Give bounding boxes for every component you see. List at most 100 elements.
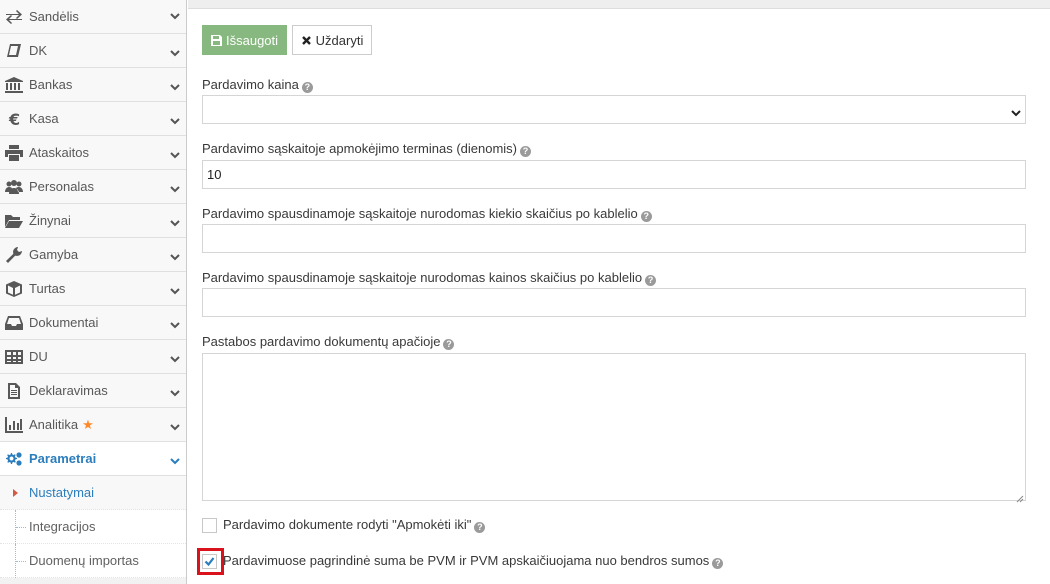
- resize-grip-icon[interactable]: [1016, 491, 1024, 503]
- book-icon: [4, 43, 24, 59]
- sidebar-item-kasa[interactable]: € Kasa: [0, 102, 186, 136]
- vat-calc-label-text: Pardavimuose pagrindinė suma be PVM ir P…: [223, 553, 710, 568]
- sidebar-item-du[interactable]: DU: [0, 340, 186, 374]
- question-circle-icon[interactable]: ?: [640, 211, 652, 222]
- price-select[interactable]: [202, 95, 1026, 124]
- vat-calc-checkbox[interactable]: [197, 547, 224, 575]
- euro-icon: €: [4, 111, 24, 127]
- print-icon: [4, 144, 24, 161]
- cube-icon: [4, 280, 24, 297]
- question-circle-icon[interactable]: ?: [301, 82, 313, 93]
- sidebar-item-label: Gamyba: [29, 247, 79, 262]
- caret-right-icon: [13, 489, 18, 497]
- sidebar-item-deklaravimas[interactable]: Deklaravimas: [0, 374, 186, 408]
- price-label: Pardavimo kaina?: [202, 77, 313, 93]
- chevron-down-icon: [170, 80, 180, 91]
- chevron-down-icon: [170, 352, 180, 363]
- sidebar-item-gamyba[interactable]: Gamyba: [0, 238, 186, 272]
- tree-dash: [16, 527, 26, 528]
- sidebar-item-label: DU: [29, 349, 48, 364]
- price-decimals-input[interactable]: [202, 288, 1026, 317]
- payment-term-input[interactable]: 10: [202, 160, 1026, 189]
- chevron-down-icon: [170, 420, 180, 431]
- chevron-down-icon: [170, 386, 180, 397]
- sidebar-item-zinynai[interactable]: Žinynai: [0, 204, 186, 238]
- sidebar: Sandėlis DK Bankas € Kasa Ataskaitos Per…: [0, 0, 187, 584]
- folder-open-icon: [4, 213, 24, 229]
- sidebar-item-dokumentai[interactable]: Dokumentai: [0, 306, 186, 340]
- sidebar-item-label: Parametrai: [29, 451, 97, 466]
- sidebar-subitem-label: Duomenų importas: [29, 553, 139, 568]
- payment-term-label: Pardavimo sąskaitoje apmokėjimo terminas…: [202, 141, 532, 157]
- qty-decimals-label-text: Pardavimo spausdinamoje sąskaitoje nurod…: [202, 206, 638, 221]
- exchange-icon: [4, 9, 24, 25]
- tree-dash: [16, 561, 26, 562]
- payment-term-label-text: Pardavimo sąskaitoje apmokėjimo terminas…: [202, 141, 518, 156]
- show-paid-until-label-text: Pardavimo dokumente rodyti "Apmokėti iki…: [223, 517, 472, 532]
- bank-icon: [4, 76, 24, 93]
- notes-textarea[interactable]: [202, 353, 1026, 503]
- chevron-down-icon: [170, 250, 180, 261]
- sidebar-item-label: Turtas: [29, 281, 66, 296]
- sidebar-item-sandelis[interactable]: Sandėlis: [0, 0, 186, 34]
- sidebar-item-ataskaitos[interactable]: Ataskaitos: [0, 136, 186, 170]
- payment-term-value: 10: [207, 167, 222, 182]
- toolbar: Išsaugoti Uždaryti: [202, 25, 373, 55]
- chevron-down-icon: [170, 9, 180, 20]
- chevron-down-icon: [170, 114, 180, 125]
- notes-label: Pastabos pardavimo dokumentų apačioje?: [202, 334, 455, 350]
- show-paid-until-row: Pardavimo dokumente rodyti "Apmokėti iki…: [202, 517, 486, 533]
- notes-label-text: Pastabos pardavimo dokumentų apačioje: [202, 334, 441, 349]
- show-paid-until-label: Pardavimo dokumente rodyti "Apmokėti iki…: [223, 517, 486, 533]
- question-circle-icon[interactable]: ?: [520, 146, 532, 157]
- sidebar-item-label: Dokumentai: [29, 315, 99, 330]
- sidebar-item-label: DK: [29, 43, 48, 58]
- table-icon: [4, 349, 24, 365]
- vat-calc-label: Pardavimuose pagrindinė suma be PVM ir P…: [223, 553, 724, 569]
- star-icon: ★: [82, 416, 94, 432]
- sidebar-subitem-integracijos[interactable]: Integracijos: [0, 510, 186, 544]
- users-icon: [4, 179, 24, 195]
- show-paid-until-checkbox[interactable]: [202, 517, 217, 533]
- chevron-down-icon: [1011, 106, 1021, 117]
- sidebar-item-analitika[interactable]: Analitika ★: [0, 408, 186, 442]
- price-label-text: Pardavimo kaina: [202, 77, 299, 92]
- vat-calc-row: Pardavimuose pagrindinė suma be PVM ir P…: [197, 547, 724, 575]
- save-button-label: Išsaugoti: [226, 32, 279, 48]
- sidebar-subitem-label: Integracijos: [29, 519, 96, 534]
- sidebar-item-personalas[interactable]: Personalas: [0, 170, 186, 204]
- sidebar-item-parametrai[interactable]: Parametrai: [0, 442, 186, 476]
- svg-text:€: €: [8, 111, 20, 127]
- price-decimals-label: Pardavimo spausdinamoje sąskaitoje nurod…: [202, 270, 657, 286]
- question-circle-icon[interactable]: ?: [443, 339, 455, 350]
- top-strip: [188, 0, 1050, 9]
- cogs-icon: [4, 451, 24, 467]
- price-decimals-label-text: Pardavimo spausdinamoje sąskaitoje nurod…: [202, 270, 643, 285]
- sidebar-item-label: Personalas: [29, 179, 95, 194]
- close-icon: [301, 35, 312, 46]
- sidebar-item-label: Žinynai: [29, 213, 71, 228]
- close-button[interactable]: Uždaryti: [291, 25, 373, 55]
- chevron-down-icon: [170, 216, 180, 227]
- sidebar-item-label: Bankas: [29, 77, 73, 92]
- sidebar-item-bankas[interactable]: Bankas: [0, 68, 186, 102]
- file-text-icon: [4, 382, 24, 399]
- chevron-down-icon: [170, 182, 180, 193]
- qty-decimals-input[interactable]: [202, 224, 1026, 253]
- question-circle-icon[interactable]: ?: [645, 275, 657, 286]
- sidebar-item-label: Analitika: [29, 417, 79, 432]
- save-button[interactable]: Išsaugoti: [202, 25, 288, 55]
- wrench-icon: [4, 246, 24, 263]
- inbox-icon: [4, 315, 24, 331]
- sidebar-item-dk[interactable]: DK: [0, 34, 186, 68]
- sidebar-item-label: Ataskaitos: [29, 145, 89, 160]
- question-circle-icon[interactable]: ?: [474, 522, 486, 533]
- sidebar-subitem-nustatymai[interactable]: Nustatymai: [0, 476, 186, 510]
- sidebar-subitem-label: Nustatymai: [29, 485, 95, 500]
- question-circle-icon[interactable]: ?: [712, 558, 724, 569]
- sidebar-item-label: Deklaravimas: [29, 383, 108, 398]
- sidebar-subitem-duomenu-importas[interactable]: Duomenų importas: [0, 544, 186, 578]
- chevron-down-icon: [170, 148, 180, 159]
- sidebar-item-label: Sandėlis: [29, 9, 79, 24]
- sidebar-item-turtas[interactable]: Turtas: [0, 272, 186, 306]
